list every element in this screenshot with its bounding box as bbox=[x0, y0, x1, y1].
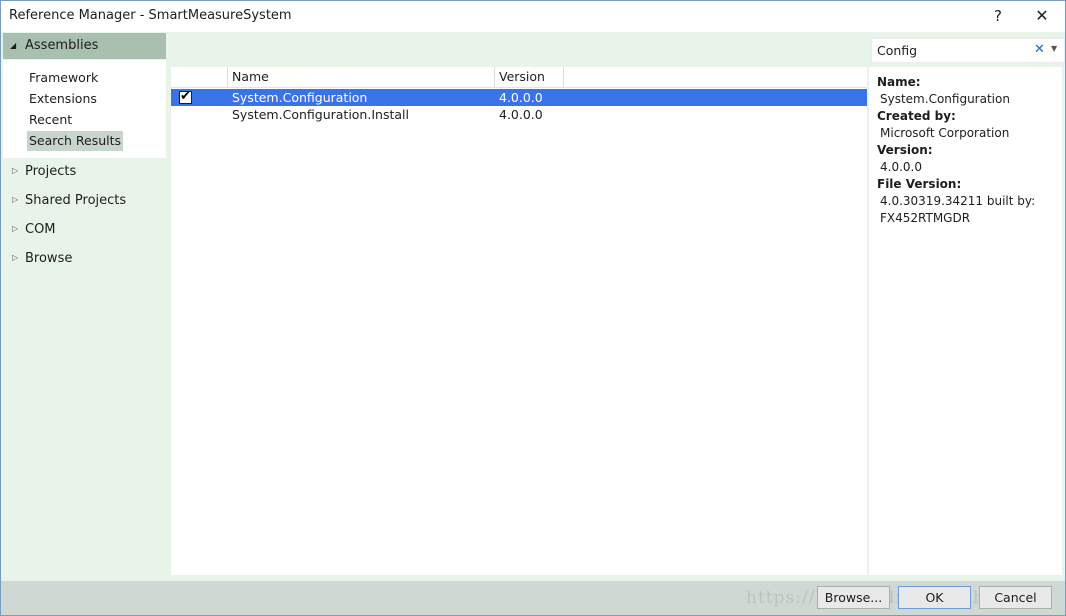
sidebar-item-assemblies[interactable]: ◢ Assemblies bbox=[3, 33, 166, 59]
table-row[interactable]: System.Configuration.Install 4.0.0.0 bbox=[171, 106, 867, 123]
sidebar: ◢ Assemblies Framework Extensions Recent… bbox=[1, 32, 167, 580]
sidebar-item-extensions[interactable]: Extensions bbox=[27, 89, 99, 109]
browse-button[interactable]: Browse... bbox=[817, 586, 890, 609]
detail-created-value: Microsoft Corporation bbox=[880, 126, 1010, 140]
detail-file-version-value-2: FX452RTMGDR bbox=[880, 211, 971, 225]
row-version: 4.0.0.0 bbox=[499, 107, 543, 122]
collapsed-arrow-icon: ▷ bbox=[12, 166, 19, 175]
sidebar-item-recent[interactable]: Recent bbox=[27, 110, 74, 130]
sidebar-item-label: Browse bbox=[25, 251, 73, 266]
row-name: System.Configuration bbox=[232, 90, 368, 105]
sidebar-item-browse[interactable]: ▷ Browse bbox=[3, 248, 166, 270]
search-input[interactable]: Config ✕ ▼ bbox=[871, 38, 1065, 63]
row-version: 4.0.0.0 bbox=[499, 90, 543, 105]
search-dropdown-icon[interactable]: ▼ bbox=[1051, 44, 1057, 53]
window-title: Reference Manager - SmartMeasureSystem bbox=[9, 8, 292, 23]
collapsed-arrow-icon: ▷ bbox=[12, 195, 19, 204]
dialog-footer: https://blog.csdn.net/sdhongjun Browse..… bbox=[1, 581, 1065, 615]
checkmark-icon: ✔ bbox=[180, 89, 191, 104]
sidebar-item-projects[interactable]: ▷ Projects bbox=[3, 161, 166, 183]
detail-name-value: System.Configuration bbox=[880, 92, 1010, 106]
detail-file-version-value: 4.0.30319.34211 built by: bbox=[880, 194, 1036, 208]
clear-search-icon[interactable]: ✕ bbox=[1034, 42, 1045, 57]
column-headers: Name Version bbox=[171, 67, 867, 88]
sidebar-item-label: COM bbox=[25, 222, 56, 237]
collapsed-arrow-icon: ▷ bbox=[12, 253, 19, 262]
reference-manager-window: Reference Manager - SmartMeasureSystem ?… bbox=[0, 0, 1066, 616]
sidebar-item-com[interactable]: ▷ COM bbox=[3, 219, 166, 241]
row-name: System.Configuration.Install bbox=[232, 107, 409, 122]
detail-version-value: 4.0.0.0 bbox=[880, 160, 922, 174]
assembly-list: Name Version ✔ System.Configuration 4.0.… bbox=[171, 67, 867, 575]
sidebar-item-framework[interactable]: Framework bbox=[27, 68, 100, 88]
detail-file-version-key: File Version: bbox=[877, 177, 962, 191]
column-header-version[interactable]: Version bbox=[495, 67, 564, 87]
assemblies-submenu: Framework Extensions Recent Search Resul… bbox=[3, 60, 166, 158]
row-checkbox[interactable]: ✔ bbox=[179, 89, 192, 104]
detail-name-key: Name: bbox=[877, 75, 921, 89]
sidebar-item-search-results[interactable]: Search Results bbox=[27, 131, 124, 151]
details-panel: Name: System.Configuration Created by: M… bbox=[869, 67, 1062, 575]
cancel-button[interactable]: Cancel bbox=[979, 586, 1052, 609]
sidebar-item-shared-projects[interactable]: ▷ Shared Projects bbox=[3, 190, 166, 212]
expanded-arrow-icon: ◢ bbox=[10, 41, 17, 50]
sidebar-item-label: Projects bbox=[25, 164, 77, 179]
sidebar-item-label: Shared Projects bbox=[25, 193, 127, 208]
detail-created-key: Created by: bbox=[877, 109, 956, 123]
collapsed-arrow-icon: ▷ bbox=[12, 224, 19, 233]
ok-button[interactable]: OK bbox=[898, 586, 971, 609]
search-value: Config bbox=[877, 43, 918, 58]
table-row[interactable]: ✔ System.Configuration 4.0.0.0 bbox=[171, 89, 867, 106]
detail-version-key: Version: bbox=[877, 143, 933, 157]
help-button[interactable]: ? bbox=[983, 5, 1013, 27]
column-header-name[interactable]: Name bbox=[228, 67, 495, 87]
close-icon[interactable]: ✕ bbox=[1027, 5, 1057, 27]
title-bar: Reference Manager - SmartMeasureSystem ?… bbox=[1, 1, 1065, 32]
sidebar-item-label: Assemblies bbox=[25, 38, 99, 53]
column-header-check[interactable] bbox=[171, 67, 228, 87]
